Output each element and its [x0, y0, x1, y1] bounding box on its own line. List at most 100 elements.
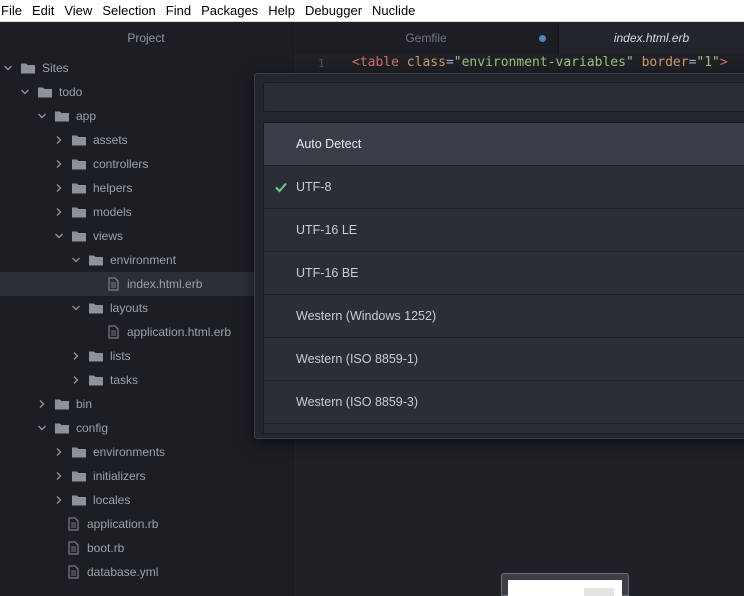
tree-item-label: views [93, 229, 124, 243]
tree-folder-item[interactable]: locales [0, 488, 292, 512]
folder-icon [71, 229, 87, 243]
code-token: "1" [696, 55, 720, 70]
chevron-down-icon[interactable] [70, 254, 82, 266]
tree-folder-item[interactable]: todo [0, 80, 292, 104]
chevron-right-icon[interactable] [53, 446, 65, 458]
folder-icon [71, 493, 87, 507]
menu-edit[interactable]: Edit [27, 0, 59, 22]
code-token: <table [352, 55, 407, 70]
code-token: = [445, 55, 454, 70]
tree-file-item[interactable]: index.html.erb [0, 272, 292, 296]
folder-icon [71, 469, 87, 483]
chevron-right-icon[interactable] [53, 158, 65, 170]
tab-gemfile[interactable]: Gemfile [294, 22, 559, 54]
tree-folder-item[interactable]: Sites [0, 56, 292, 80]
tree-item-label: application.html.erb [127, 325, 232, 339]
chevron-right-icon[interactable] [53, 206, 65, 218]
chevron-right-icon[interactable] [70, 374, 82, 386]
chevron-right-icon[interactable] [53, 134, 65, 146]
chevron-right-icon[interactable] [70, 350, 82, 362]
tab-index-html-erb[interactable]: index.html.erb [559, 22, 744, 54]
folder-icon [20, 61, 36, 75]
encoding-option-label: Auto Detect [296, 137, 362, 151]
encoding-selector-modal: Auto Detect UTF-8 UTF-16 LE UTF-16 BE Wester… [254, 73, 744, 439]
tree-folder-item[interactable]: app [0, 104, 292, 128]
encoding-option-label: Western (Windows 1252) [296, 309, 437, 323]
encoding-option[interactable]: Western (Windows 1252) [264, 295, 744, 338]
tree-item-label: Sites [42, 61, 69, 75]
chevron-down-icon[interactable] [53, 230, 65, 242]
modified-dot-icon [539, 35, 546, 42]
folder-icon [71, 205, 87, 219]
tree-folder-item[interactable]: bin [0, 392, 292, 416]
code-token: border [633, 55, 689, 70]
tree-folder-item[interactable]: models [0, 200, 292, 224]
tree-folder-item[interactable]: environment [0, 248, 292, 272]
encoding-option[interactable]: Western (ISO 8859-3) [264, 381, 744, 424]
chevron-down-icon[interactable] [70, 302, 82, 314]
file-icon [65, 541, 81, 555]
chevron-right-icon[interactable] [53, 494, 65, 506]
chevron-down-icon[interactable] [2, 62, 14, 74]
tree-folder-item[interactable]: views [0, 224, 292, 248]
notification-popup [501, 573, 629, 596]
tab-label: index.html.erb [613, 31, 690, 45]
encoding-option[interactable]: Western (ISO 8859-1) [264, 338, 744, 381]
tree-file-item[interactable]: database.yml [0, 560, 292, 584]
tree-folder-item[interactable]: helpers [0, 176, 292, 200]
tree-folder-item[interactable]: environments [0, 440, 292, 464]
menu-selection[interactable]: Selection [97, 0, 160, 22]
folder-icon [54, 421, 70, 435]
encoding-option[interactable]: Auto Detect [264, 123, 744, 166]
tree-item-label: index.html.erb [127, 277, 203, 291]
tree-folder-item[interactable]: config [0, 416, 292, 440]
tree-folder-item[interactable]: controllers [0, 152, 292, 176]
tree-folder-item[interactable]: initializers [0, 464, 292, 488]
menu-debugger[interactable]: Debugger [300, 0, 367, 22]
encoding-option-label: UTF-16 BE [296, 266, 359, 280]
tree-file-item[interactable]: application.html.erb [0, 320, 292, 344]
tree-item-label: tasks [110, 373, 139, 387]
folder-icon [54, 397, 70, 411]
chevron-right-icon[interactable] [53, 182, 65, 194]
chevron-down-icon[interactable] [19, 86, 31, 98]
encoding-option[interactable]: UTF-16 BE [264, 252, 744, 295]
tree-item-label: initializers [93, 469, 146, 483]
tree-file-item[interactable]: boot.rb [0, 536, 292, 560]
chevron-down-icon[interactable] [36, 422, 48, 434]
tree-item-label: layouts [110, 301, 149, 315]
tree-folder-item[interactable]: lists [0, 344, 292, 368]
chevron-down-icon[interactable] [36, 110, 48, 122]
file-icon [65, 565, 81, 579]
notification-button[interactable] [584, 588, 614, 596]
menu-help[interactable]: Help [263, 0, 300, 22]
tree-item-label: models [93, 205, 132, 219]
chevron-right-icon[interactable] [53, 470, 65, 482]
encoding-option[interactable]: UTF-8 [264, 166, 744, 209]
encoding-list: Auto Detect UTF-8 UTF-16 LE UTF-16 BE Wester… [263, 122, 744, 434]
folder-icon [88, 301, 104, 315]
menu-view[interactable]: View [59, 0, 97, 22]
tree-item-label: database.yml [87, 565, 159, 579]
menu-bar: File Edit View Selection Find Packages H… [0, 0, 744, 22]
encoding-filter-input[interactable] [263, 82, 744, 112]
menu-packages[interactable]: Packages [196, 0, 263, 22]
tree-file-item[interactable]: application.rb [0, 512, 292, 536]
folder-icon [54, 109, 70, 123]
code-token: > [719, 55, 728, 70]
menu-file[interactable]: File [0, 0, 27, 22]
file-icon [105, 325, 121, 339]
tree-folder-item[interactable]: assets [0, 128, 292, 152]
encoding-option[interactable]: UTF-16 LE [264, 209, 744, 252]
folder-icon [71, 445, 87, 459]
tree-folder-item[interactable]: layouts [0, 296, 292, 320]
tree-item-label: lists [110, 349, 131, 363]
tree-folder-item[interactable]: tasks [0, 368, 292, 392]
tree-item-label: boot.rb [87, 541, 125, 555]
tab-bar: Gemfile index.html.erb [294, 22, 744, 54]
tree-item-label: controllers [93, 157, 149, 171]
chevron-right-icon[interactable] [36, 398, 48, 410]
tree-panel-title: Project [127, 31, 165, 45]
menu-nuclide[interactable]: Nuclide [367, 0, 420, 22]
menu-find[interactable]: Find [161, 0, 196, 22]
